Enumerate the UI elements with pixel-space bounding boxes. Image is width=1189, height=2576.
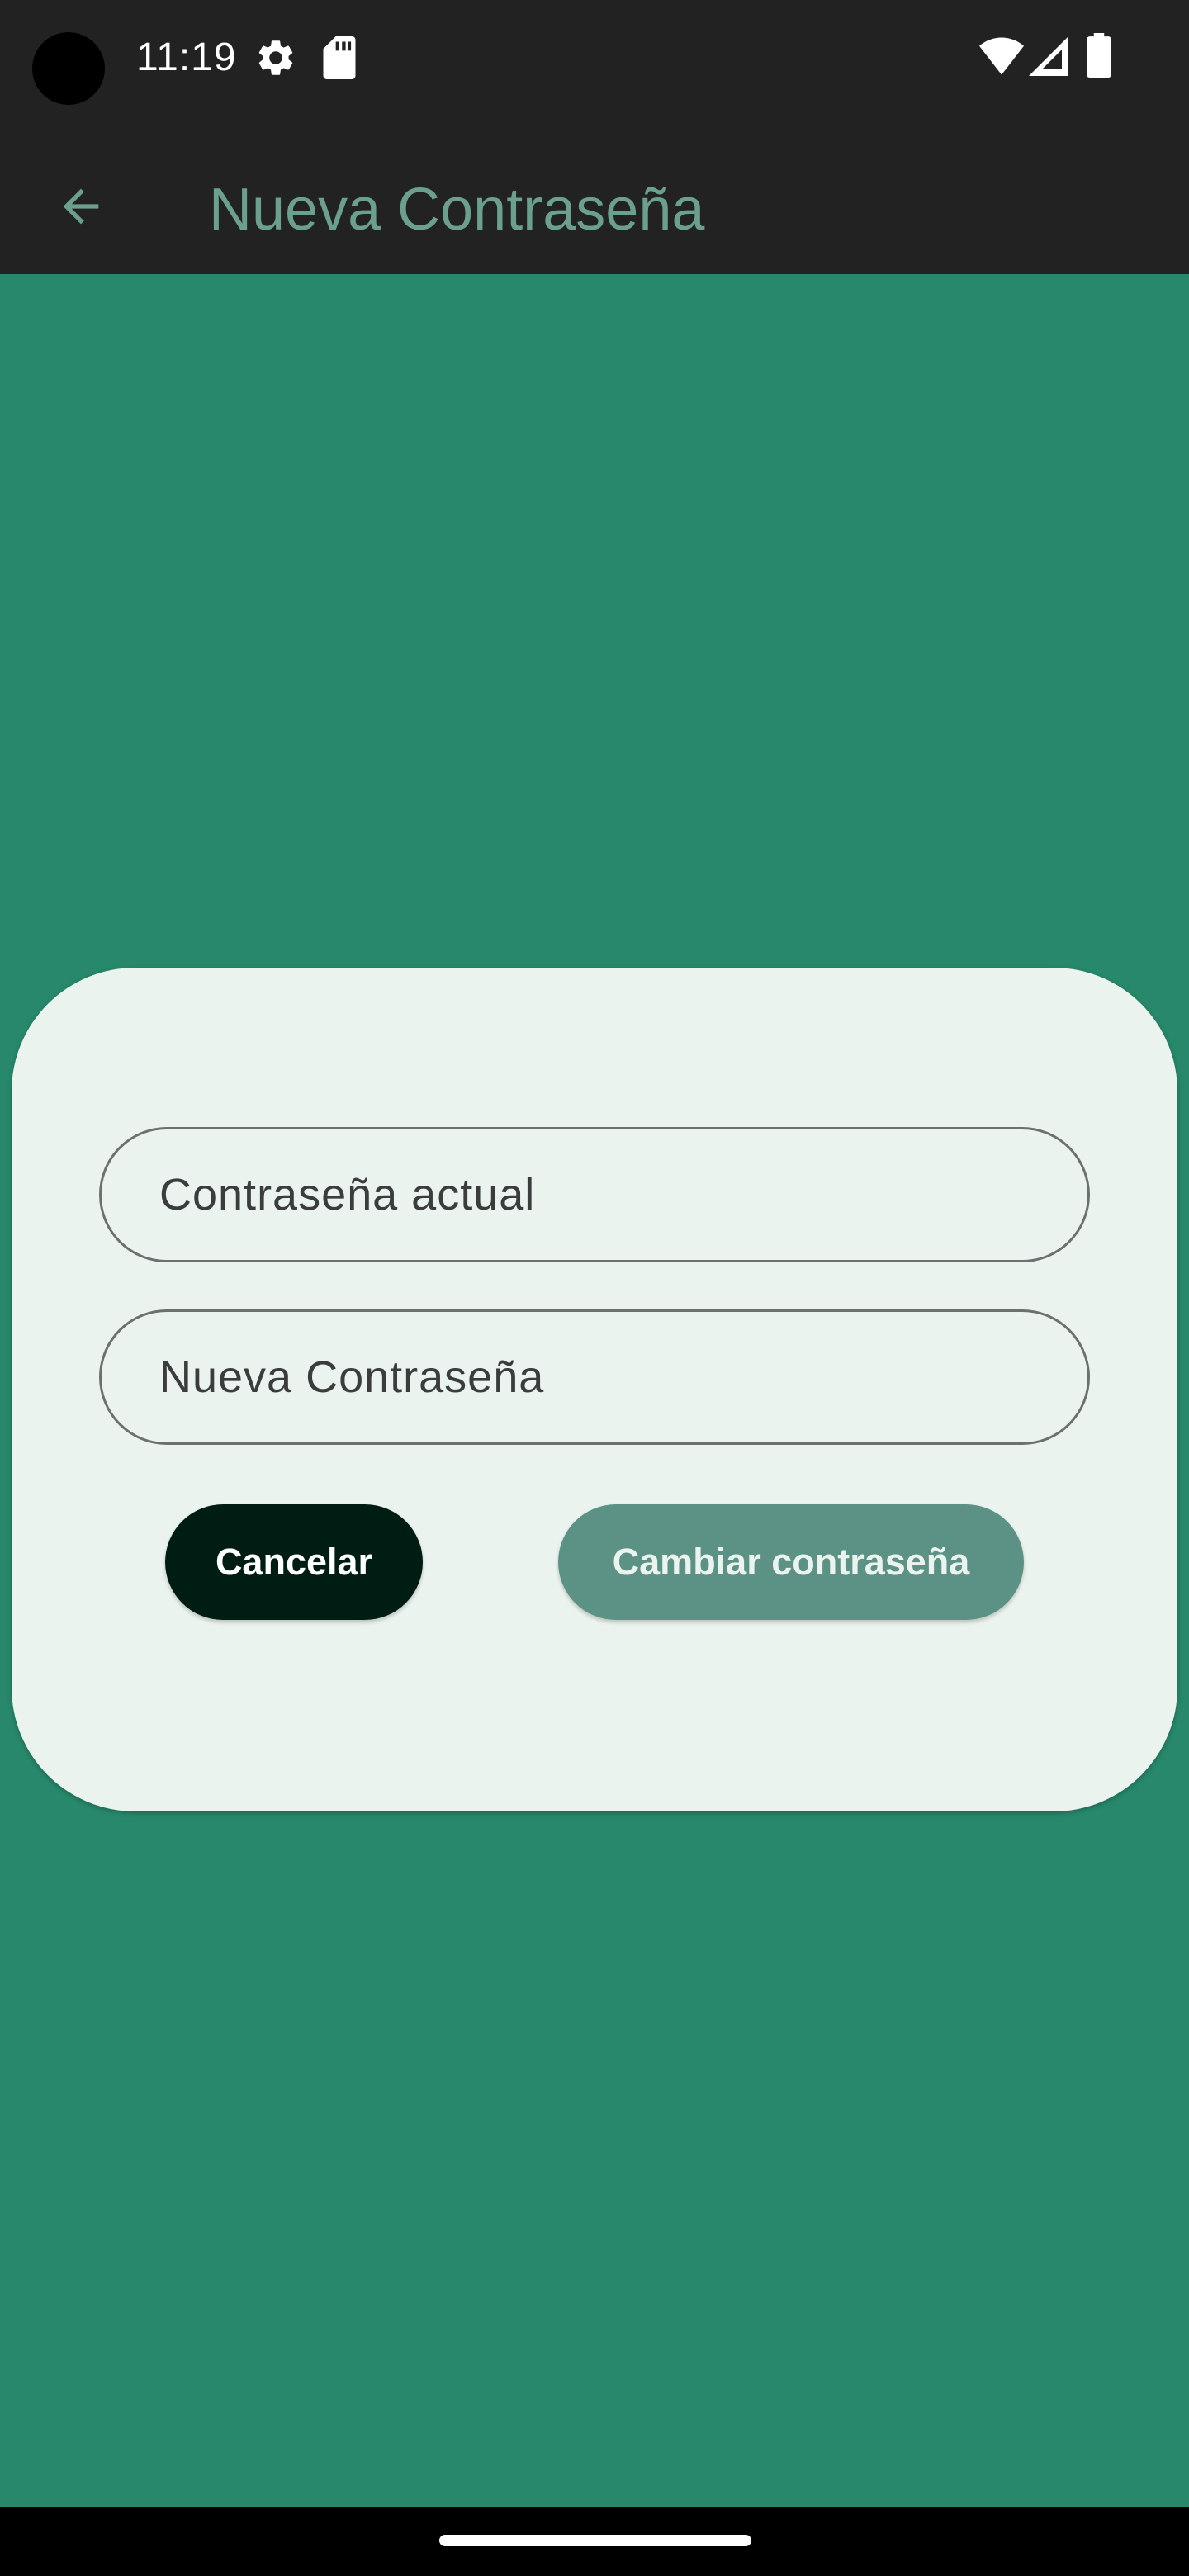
navigation-bar <box>0 2507 1189 2576</box>
wifi-icon <box>979 37 1024 75</box>
battery-icon <box>1087 33 1111 78</box>
back-button[interactable] <box>38 163 124 249</box>
home-indicator[interactable] <box>439 2535 751 2546</box>
change-password-dialog <box>12 968 1177 1811</box>
app-bar: Nueva Contraseña <box>0 137 1189 274</box>
settings-gear-icon <box>258 40 293 75</box>
page-title: Nueva Contraseña <box>209 177 705 243</box>
change-password-button[interactable]: Cambiar contraseña <box>558 1504 1024 1620</box>
new-password-field[interactable] <box>99 1309 1090 1445</box>
arrow-back-icon <box>63 188 99 225</box>
camera-cutout <box>32 32 105 105</box>
current-password-field[interactable] <box>99 1127 1090 1262</box>
cellular-signal-icon <box>1029 36 1068 76</box>
status-bar: 11:19 <box>0 0 1189 137</box>
status-time: 11:19 <box>136 36 237 79</box>
sd-card-icon <box>323 36 356 79</box>
cancel-button[interactable]: Cancelar <box>165 1504 423 1620</box>
